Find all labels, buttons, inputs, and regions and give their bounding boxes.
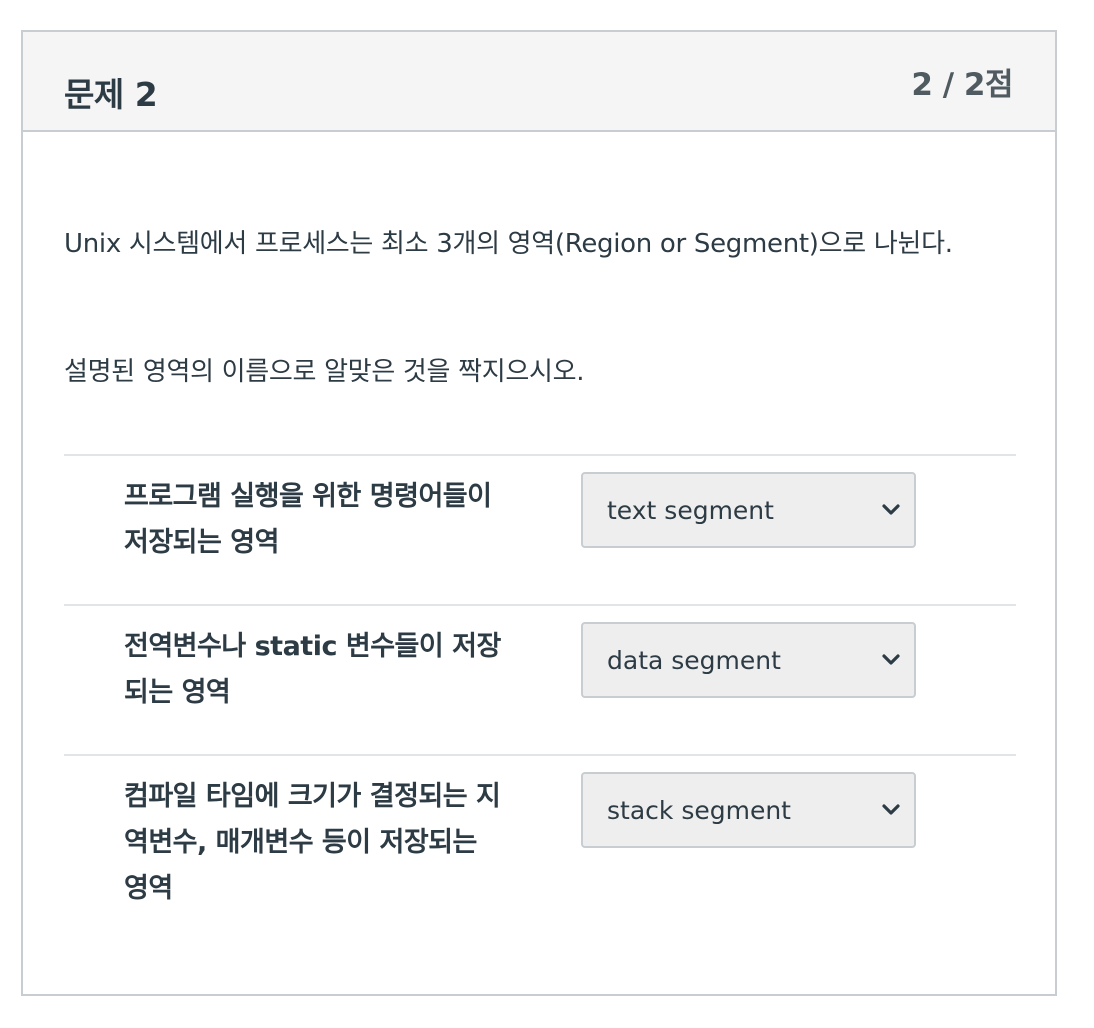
chevron-down-icon (880, 649, 902, 671)
answer-row: 전역변수나 static 변수들이 저장되는 영역 data segment (64, 604, 1016, 754)
answer-select-value: stack segment (607, 795, 791, 825)
question-points: 2 / 2점 (911, 67, 1013, 103)
question-header: 문제 2 2 / 2점 (23, 32, 1055, 132)
chevron-down-icon (880, 499, 902, 521)
answer-select[interactable]: text segment (581, 472, 916, 548)
answer-label: 전역변수나 static 변수들이 저장되는 영역 (124, 631, 501, 708)
answer-label: 컴파일 타임에 크기가 결정되는 지역변수, 매개변수 등이 저장되는 영역 (124, 781, 501, 904)
answer-row: 컴파일 타임에 크기가 결정되는 지역변수, 매개변수 등이 저장되는 영역 s… (64, 754, 1016, 956)
answer-select[interactable]: stack segment (581, 772, 916, 848)
answer-label: 프로그램 실행을 위한 명령어들이 저장되는 영역 (124, 481, 492, 558)
answer-select[interactable]: data segment (581, 622, 916, 698)
question-text-line-2: 설명된 영역의 이름으로 알맞은 것을 짝지으시오. (64, 357, 585, 387)
question-title: 문제 2 (64, 75, 158, 114)
quiz-question-card: 문제 2 2 / 2점 Unix 시스템에서 프로세스는 최소 3개의 영역(R… (21, 30, 1057, 996)
answer-row: 프로그램 실행을 위한 명령어들이 저장되는 영역 text segment (64, 454, 1016, 604)
question-text-line-1: Unix 시스템에서 프로세스는 최소 3개의 영역(Region or Seg… (64, 229, 953, 259)
chevron-down-icon (880, 799, 902, 821)
answer-select-value: data segment (607, 645, 781, 675)
answer-select-value: text segment (607, 495, 774, 525)
answer-list: 프로그램 실행을 위한 명령어들이 저장되는 영역 text segment 전… (64, 454, 1016, 956)
